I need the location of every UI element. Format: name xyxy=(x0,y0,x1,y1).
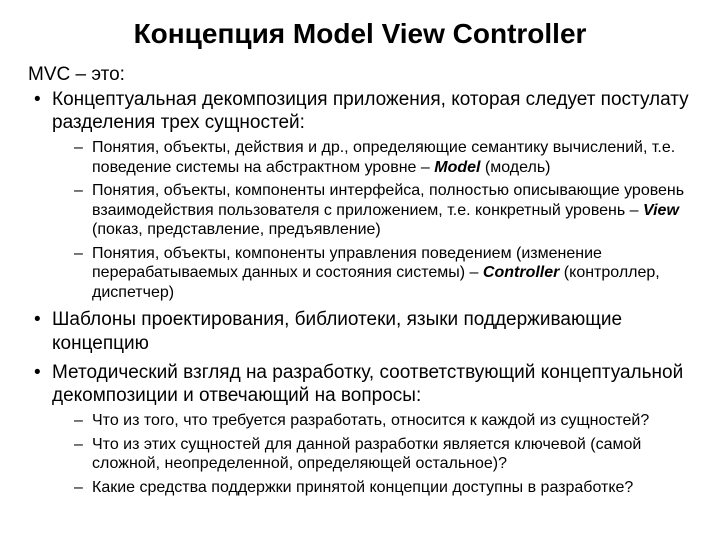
intro-line: MVC – это: xyxy=(28,64,692,86)
bullet-item: Методический взгляд на разработку, соотв… xyxy=(28,361,692,497)
bullet-text: Методический взгляд на разработку, соотв… xyxy=(52,362,683,406)
sub-text-pre: Какие средства поддержки принятой концеп… xyxy=(92,479,633,496)
bullet-text: Шаблоны проектирования, библиотеки, язык… xyxy=(52,309,622,353)
bullet-list: Концептуальная декомпозиция приложения, … xyxy=(28,88,692,497)
sub-text-pre: Что из этих сущностей для данной разрабо… xyxy=(92,436,641,473)
sub-text-em: Controller xyxy=(483,264,559,281)
sub-text-em: Model xyxy=(434,159,480,176)
sub-item: Понятия, объекты, компоненты интерфейса,… xyxy=(72,181,692,240)
slide-title: Концепция Model View Controller xyxy=(28,18,692,50)
sub-text-post: (модель) xyxy=(480,159,550,176)
sub-item: Понятия, объекты, компоненты управления … xyxy=(72,244,692,303)
sub-list: Что из того, что требуется разработать, … xyxy=(72,411,692,497)
sub-item: Какие средства поддержки принятой концеп… xyxy=(72,478,692,498)
bullet-item: Шаблоны проектирования, библиотеки, язык… xyxy=(28,308,692,354)
sub-item: Понятия, объекты, действия и др., опреде… xyxy=(72,138,692,177)
bullet-text: Концептуальная декомпозиция приложения, … xyxy=(52,89,689,133)
sub-text-pre: Понятия, объекты, действия и др., опреде… xyxy=(92,139,675,176)
sub-text-pre: Понятия, объекты, компоненты интерфейса,… xyxy=(92,182,684,219)
sub-list: Понятия, объекты, действия и др., опреде… xyxy=(72,138,692,302)
sub-text-em: View xyxy=(643,202,679,219)
sub-text-post: (показ, представление, предъявление) xyxy=(92,221,381,238)
slide: Концепция Model View Controller MVC – эт… xyxy=(0,0,720,540)
sub-item: Что из того, что требуется разработать, … xyxy=(72,411,692,431)
sub-item: Что из этих сущностей для данной разрабо… xyxy=(72,435,692,474)
bullet-item: Концептуальная декомпозиция приложения, … xyxy=(28,88,692,302)
sub-text-pre: Что из того, что требуется разработать, … xyxy=(92,412,649,429)
